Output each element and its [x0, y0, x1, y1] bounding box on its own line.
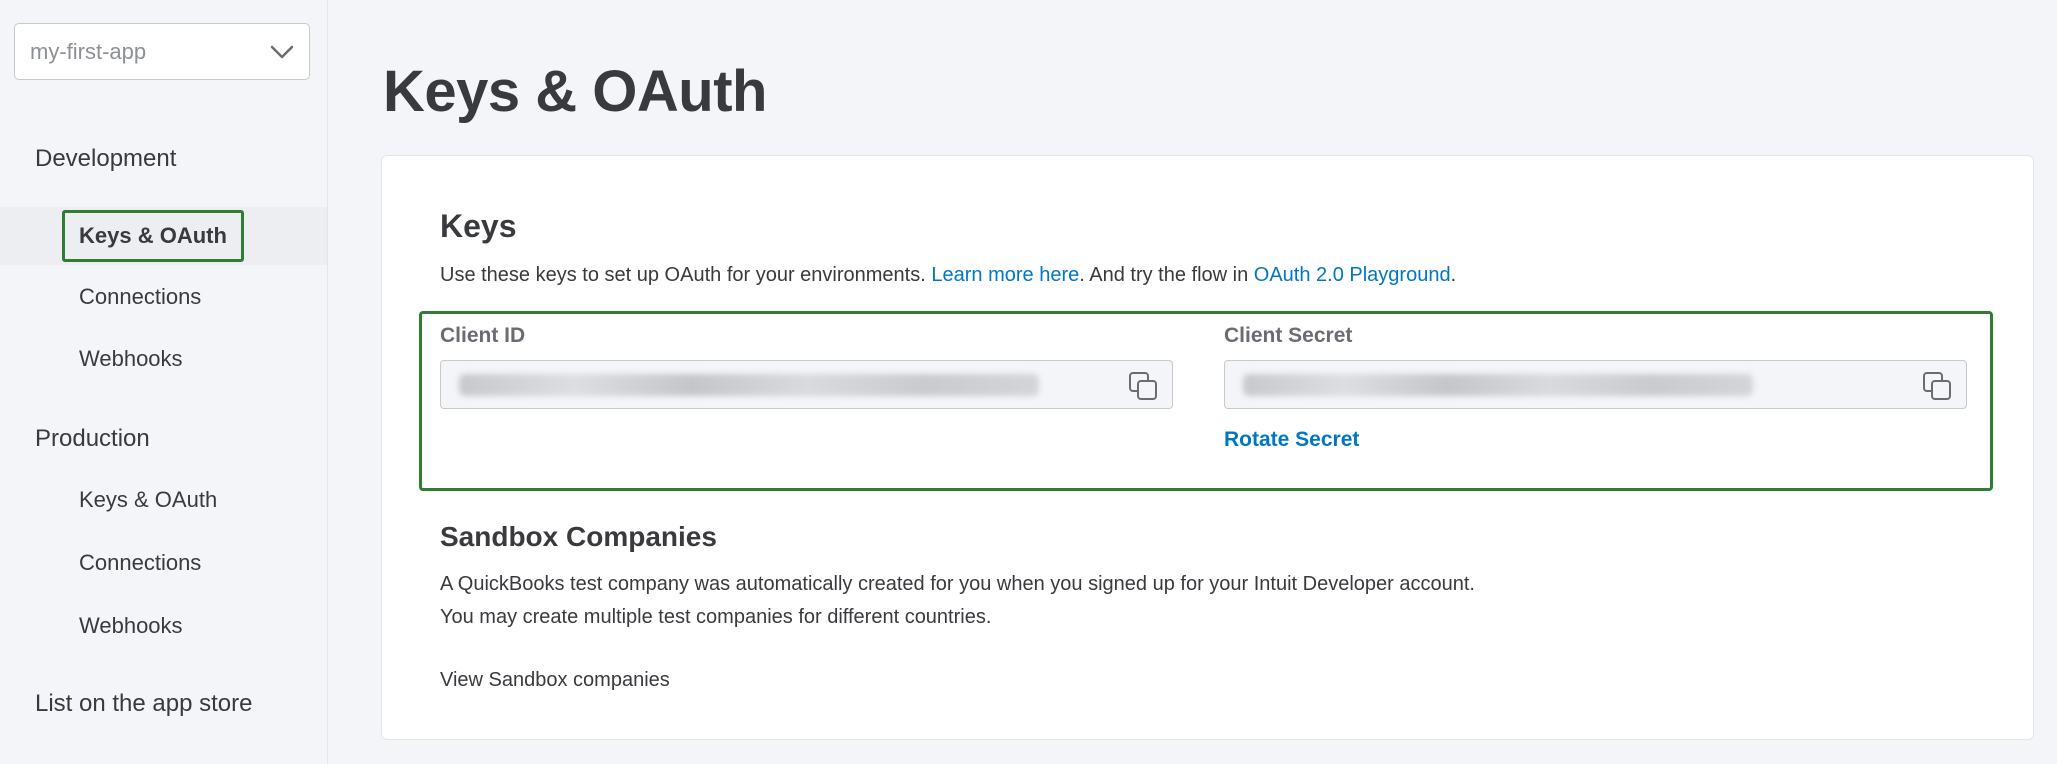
oauth-playground-link[interactable]: OAuth 2.0 Playground	[1254, 264, 1451, 286]
client-id-value-redacted	[459, 374, 1039, 396]
keys-desc-suffix: .	[1450, 264, 1457, 286]
client-id-label: Client ID	[440, 324, 526, 347]
keys-card: Keys Use these keys to set up OAuth for …	[381, 155, 2034, 740]
sandbox-heading: Sandbox Companies	[440, 521, 717, 552]
learn-more-link[interactable]: Learn more here	[931, 264, 1079, 286]
client-secret-field[interactable]	[1224, 360, 1967, 409]
sidebar-item-dev-webhooks[interactable]: Webhooks	[0, 330, 327, 388]
view-sandbox-link[interactable]: View Sandbox companies	[440, 669, 670, 692]
sidebar-item-prod-keys-oauth[interactable]: Keys & OAuth	[0, 471, 327, 529]
app-root: my-first-app Development Keys & OAuth Co…	[0, 0, 2057, 764]
sidebar-item-app-store[interactable]: List on the app store	[35, 690, 252, 718]
sidebar-item-label: Webhooks	[79, 613, 183, 638]
client-secret-label: Client Secret	[1224, 324, 1353, 347]
chevron-down-icon	[270, 45, 294, 59]
sidebar-item-dev-keys-oauth[interactable]: Keys & OAuth	[0, 207, 327, 265]
sidebar-item-label: Keys & OAuth	[62, 210, 244, 262]
keys-description: Use these keys to set up OAuth for your …	[440, 264, 1456, 287]
app-selector-dropdown[interactable]: my-first-app	[14, 23, 310, 80]
keys-desc-prefix: Use these keys to set up OAuth for your …	[440, 264, 932, 286]
sidebar-item-label: Connections	[79, 550, 202, 575]
sidebar-item-prod-webhooks[interactable]: Webhooks	[0, 597, 327, 655]
page-title: Keys & OAuth	[383, 59, 767, 124]
copy-icon[interactable]	[1922, 371, 1952, 401]
sidebar: my-first-app Development Keys & OAuth Co…	[0, 0, 328, 764]
keys-desc-middle: . And try the flow in	[1079, 264, 1254, 286]
section-production: Production	[35, 425, 150, 452]
client-secret-value-redacted	[1243, 374, 1753, 396]
sidebar-item-label: Connections	[79, 284, 202, 309]
section-development: Development	[35, 145, 177, 172]
sandbox-line-2: You may create multiple test companies f…	[440, 606, 992, 628]
app-selector-value: my-first-app	[30, 38, 147, 64]
sidebar-item-prod-connections[interactable]: Connections	[0, 534, 327, 592]
client-id-field[interactable]	[440, 360, 1173, 409]
keys-heading: Keys	[440, 208, 517, 244]
rotate-secret-link[interactable]: Rotate Secret	[1224, 428, 1359, 452]
copy-icon[interactable]	[1128, 371, 1158, 401]
sidebar-item-label: Keys & OAuth	[79, 487, 218, 512]
sidebar-item-dev-connections[interactable]: Connections	[0, 268, 327, 326]
sandbox-line-1: A QuickBooks test company was automatica…	[440, 573, 1475, 595]
sidebar-item-label: Webhooks	[79, 346, 183, 371]
